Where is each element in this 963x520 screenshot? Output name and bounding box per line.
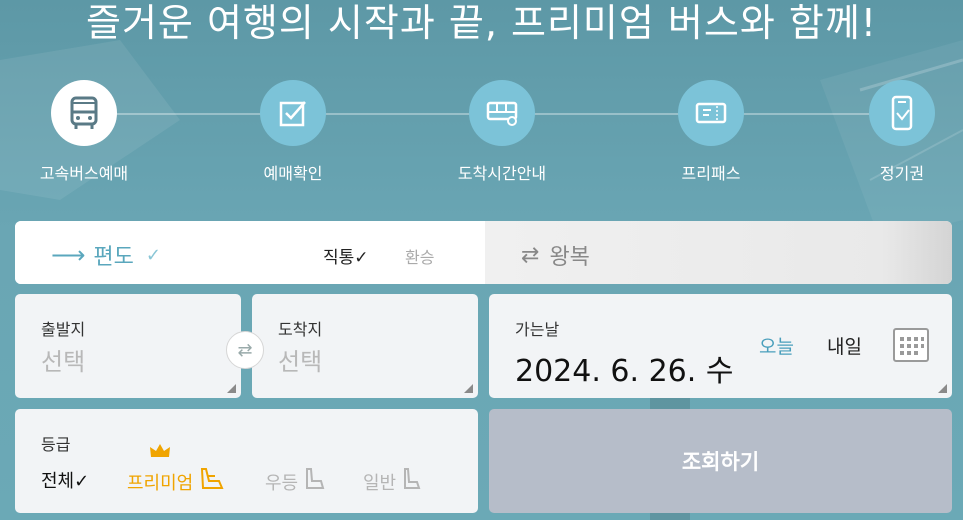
option-transfer[interactable]: 환승 <box>405 244 434 268</box>
grade-option-all[interactable]: 전체✓ <box>41 467 89 493</box>
service-menu: 고속버스예매 예매확인 도착시간안내 프리패스 정기권 <box>0 80 963 190</box>
bus-icon <box>51 80 117 146</box>
hero-title: 즐거운 여행의 시작과 끝, 프리미엄 버스와 함께! <box>85 1 878 45</box>
bus-side-icon <box>469 80 535 146</box>
crown-icon <box>149 443 171 464</box>
date-label: 가는날 <box>515 320 560 339</box>
date-value: 2024. 6. 26. 수 <box>515 354 734 389</box>
roundtrip-text: 왕복 <box>549 245 590 270</box>
oneway-text: 편도 <box>93 245 134 270</box>
search-button[interactable]: 조회하기 <box>489 409 952 513</box>
menu-item-season-ticket[interactable]: 정기권 <box>832 80 963 184</box>
ticket-icon <box>678 80 744 146</box>
menu-label: 고속버스예매 <box>39 164 129 183</box>
arrow-right-icon: ⟶ <box>51 241 86 269</box>
swap-arrows-icon: ⇄ <box>521 242 540 268</box>
menu-label: 정기권 <box>879 164 925 183</box>
tomorrow-button[interactable]: 내일 <box>827 332 862 359</box>
menu-item-free-pass[interactable]: 프리패스 <box>641 80 781 184</box>
arrival-field[interactable]: 도착지 선택 <box>252 294 478 398</box>
pass-card-icon <box>869 80 935 146</box>
grade-option-deluxe[interactable]: 우등 <box>265 467 326 496</box>
arrival-value: 선택 <box>278 348 323 376</box>
trip-type-bar: ⟶ 편도 ✓ 직통✓ 환승 ⇄ 왕복 <box>15 221 952 284</box>
corner-indicator <box>464 384 473 393</box>
tab-oneway[interactable]: ⟶ 편도 ✓ 직통✓ 환승 <box>15 221 485 284</box>
menu-label: 프리패스 <box>681 164 741 183</box>
oneway-check: ✓ <box>145 244 161 266</box>
corner-indicator <box>938 384 947 393</box>
departure-value: 선택 <box>41 348 86 376</box>
oneway-label: ⟶ 편도 ✓ <box>51 239 161 271</box>
option-direct[interactable]: 직통✓ <box>323 243 369 268</box>
departure-label: 출발지 <box>41 320 86 339</box>
checkbox-icon <box>260 80 326 146</box>
swap-locations-button[interactable]: ⇄ <box>226 331 264 369</box>
menu-item-express-booking[interactable]: 고속버스예매 <box>14 80 154 184</box>
grade-option-label: 우등 <box>265 472 299 494</box>
deluxe-seat-icon <box>302 467 326 496</box>
menu-item-booking-check[interactable]: 예매확인 <box>223 80 363 184</box>
grade-option-label: 프리미엄 <box>127 472 194 494</box>
grade-option-label: 일반 <box>363 472 397 494</box>
standard-seat-icon <box>400 467 422 496</box>
swap-icon: ⇄ <box>237 339 253 361</box>
date-field[interactable]: 가는날 2024. 6. 26. 수 오늘 내일 <box>489 294 952 398</box>
calendar-icon[interactable] <box>893 328 929 366</box>
grade-field: 등급 전체✓ 프리미엄 우등 일반 <box>15 409 478 513</box>
departure-field[interactable]: 출발지 선택 <box>15 294 241 398</box>
grade-option-label: 전체✓ <box>41 471 90 492</box>
menu-item-arrival-time[interactable]: 도착시간안내 <box>432 80 572 184</box>
roundtrip-label: ⇄ 왕복 <box>521 239 590 271</box>
menu-label: 도착시간안내 <box>457 164 547 183</box>
today-button[interactable]: 오늘 <box>759 332 794 359</box>
tab-roundtrip[interactable]: ⇄ 왕복 <box>485 221 952 284</box>
corner-indicator <box>227 384 236 393</box>
premium-seat-icon <box>197 467 225 496</box>
arrival-label: 도착지 <box>278 320 323 339</box>
grade-label: 등급 <box>41 435 71 454</box>
grade-option-standard[interactable]: 일반 <box>363 467 422 496</box>
grade-option-premium[interactable]: 프리미엄 <box>127 444 225 496</box>
menu-label: 예매확인 <box>263 164 323 183</box>
